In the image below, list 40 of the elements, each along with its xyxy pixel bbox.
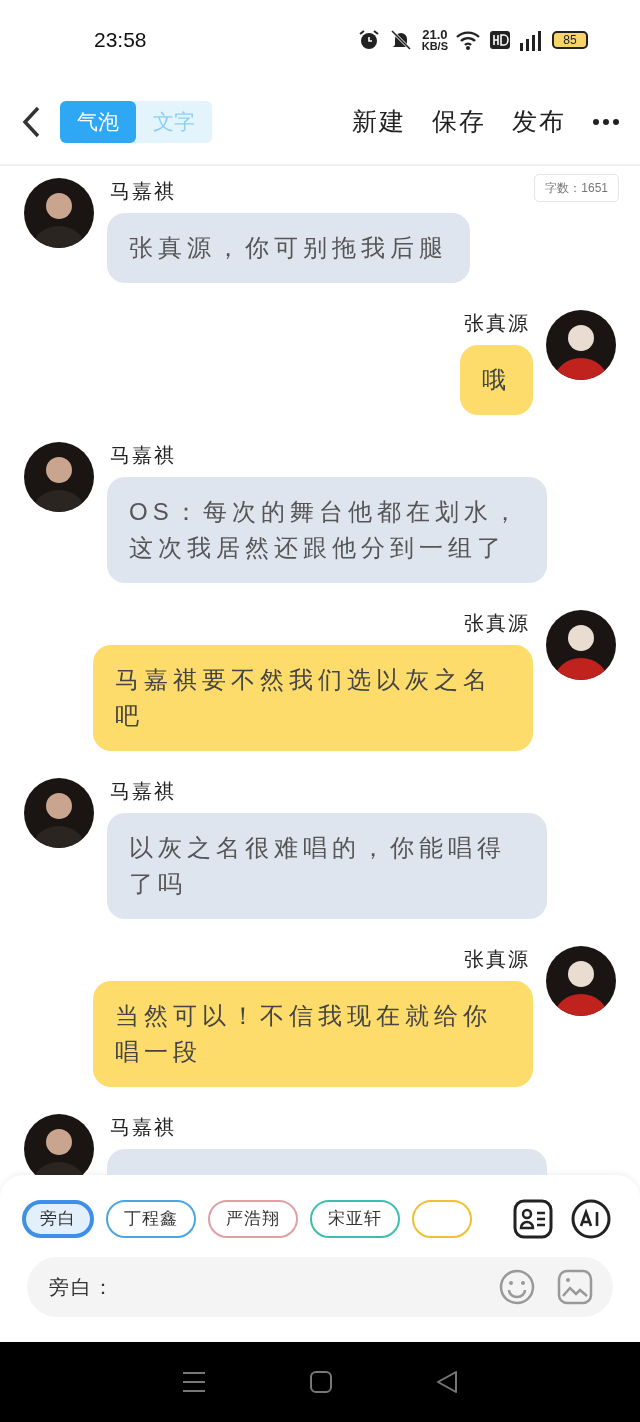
back-icon[interactable] [436,1371,458,1393]
character-chip[interactable]: 丁程鑫 [106,1200,196,1238]
character-chip[interactable]: 严浩翔 [208,1200,298,1238]
wifi-icon [456,30,482,50]
speaker-label: 旁白： [49,1275,115,1300]
sender-name: 马嘉祺 [109,443,177,468]
signal-icon [518,29,544,51]
image-icon[interactable] [557,1269,593,1305]
hd-icon [490,31,510,49]
sender-name: 张真源 [463,311,531,336]
sender-name: 张真源 [463,947,531,972]
smiley-icon[interactable] [499,1269,535,1305]
message-bubble: 哦 [460,345,533,415]
back-button[interactable] [20,105,42,139]
message-bubble: 以灰之名很难唱的，你能唱得了吗 [107,813,547,919]
message-bubble: 张真源，你可别拖我后腿 [107,213,470,283]
sender-name: 张真源 [463,611,531,636]
battery-level: 85 [552,31,588,49]
network-speed: 21.0 KB/S [421,28,448,52]
sender-name: 马嘉祺 [109,179,177,204]
header-action[interactable]: 新建 [352,103,406,141]
message-bubble: 马嘉祺要不然我们选以灰之名吧 [93,645,533,751]
menu-icon[interactable] [182,1371,206,1393]
message-input[interactable]: 旁白： [27,1257,613,1317]
ai-button[interactable] [571,1199,611,1239]
header-action[interactable]: 保存 [432,103,486,141]
avatar [24,1114,94,1175]
home-icon[interactable] [310,1371,332,1393]
more-icon[interactable] [592,118,620,126]
contact-card-icon[interactable] [513,1199,553,1239]
alarm-icon [357,29,380,51]
clock-time: 23:58 [94,27,147,54]
header-action[interactable]: 发布 [512,103,566,141]
sender-name: 马嘉祺 [109,1115,177,1140]
word-count: 字数：1651 [534,174,619,202]
sender-name: 马嘉祺 [109,779,177,804]
message-bubble: OS：每次的舞台他都在划水，这次我居然还跟他分到一组了 [107,477,547,583]
message-bubble: 当然可以！不信我现在就给你唱一段 [93,981,533,1087]
character-chip[interactable]: 旁白 [22,1200,94,1238]
character-chip[interactable]: 宋亚轩 [310,1200,400,1238]
